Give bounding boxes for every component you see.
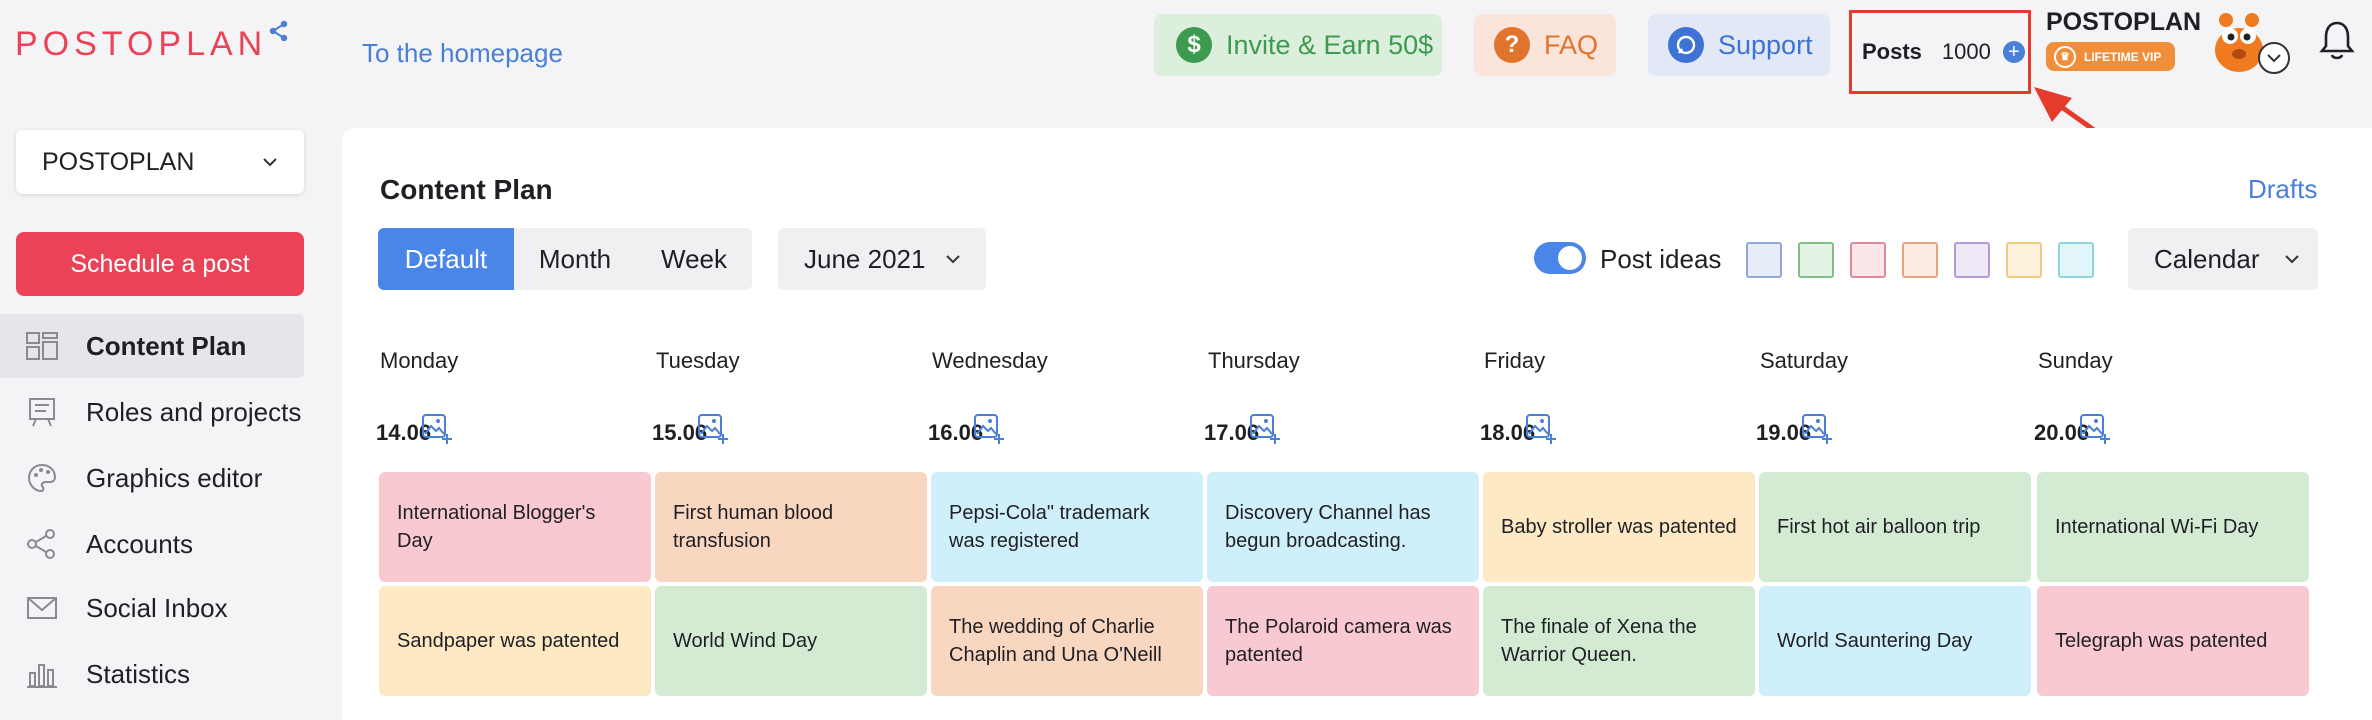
post-idea-card[interactable]: International Blogger's Day [379,472,651,582]
post-idea-card[interactable]: The finale of Xena the Warrior Queen. [1483,586,1755,696]
question-icon: ? [1494,27,1530,63]
day-name: Thursday [1208,348,1300,373]
add-image-icon[interactable] [1524,412,1558,446]
chevron-down-icon [2284,255,2299,264]
page-title: Content Plan [380,174,553,205]
post-ideas-label: Post ideas [1600,244,1722,274]
color-filter-swatch[interactable] [1850,242,1886,278]
day-name: Saturday [1760,348,1849,373]
faq-button[interactable]: ? FAQ [1474,14,1616,76]
day-name: Wednesday [932,348,1048,373]
dollar-icon: $ [1176,27,1212,63]
month-select[interactable]: June 2021 [778,228,986,290]
post-idea-card[interactable]: Discovery Channel has begun broadcasting… [1207,472,1479,582]
support-button[interactable]: Support [1648,14,1830,76]
sidebar-item-label: Content Plan [86,330,247,361]
post-idea-card[interactable]: The wedding of Charlie Chaplin and Una O… [931,586,1203,696]
day-name: Monday [380,348,459,373]
grid-icon [24,328,60,364]
post-idea-card[interactable]: First hot air balloon trip [1759,472,2031,582]
board-icon [24,394,60,430]
sidebar-item-label: Roles and projects [86,396,302,427]
add-image-icon[interactable] [1248,412,1282,446]
toggle-knob [1558,246,1582,270]
view-select[interactable]: Calendar [2128,228,2318,290]
add-image-icon[interactable] [972,412,1006,446]
day-name: Sunday [2038,348,2113,373]
color-filter-swatch[interactable] [2058,242,2094,278]
sidebar-item-content-plan[interactable]: Content Plan [0,314,304,378]
color-filter-swatch[interactable] [2006,242,2042,278]
palette-icon [24,460,60,496]
crown-icon: ♛ [2054,45,2076,68]
post-idea-card[interactable]: Baby stroller was patented [1483,472,1755,582]
add-image-icon[interactable] [2078,412,2112,446]
post-idea-card[interactable]: Sandpaper was patented [379,586,651,696]
tab-week[interactable]: Week [636,228,752,290]
drafts-link[interactable]: Drafts [2248,174,2317,205]
tab-default[interactable]: Default [378,228,514,290]
day-name: Tuesday [656,348,740,373]
add-image-icon[interactable] [420,412,454,446]
color-filter-swatch[interactable] [1954,242,1990,278]
share-icon [270,20,288,42]
view-select-value: Calendar [2154,243,2260,274]
chat-icon [1668,27,1704,63]
faq-label: FAQ [1544,29,1599,60]
homepage-link[interactable]: To the homepage [362,38,563,69]
add-posts-icon[interactable]: + [2002,41,2025,63]
sidebar-item-label: Accounts [86,528,193,559]
chevron-down-icon[interactable] [2258,42,2290,74]
color-filter-swatch[interactable] [1798,242,1834,278]
posts-label: Posts [1862,39,1922,64]
post-idea-card[interactable]: First human blood transfusion [655,472,927,582]
sidebar-item-roles-projects[interactable]: Roles and projects [0,380,304,444]
posts-count: 1000 [1941,39,1991,64]
project-name: POSTOPLAN [42,147,195,176]
chevron-down-icon [263,158,277,167]
add-image-icon[interactable] [696,412,730,446]
invite-label: Invite & Earn 50$ [1226,29,1434,60]
chevron-down-icon [946,255,961,264]
post-idea-card[interactable]: World Wind Day [655,586,927,696]
support-label: Support [1718,29,1813,60]
add-image-icon[interactable] [1800,412,1834,446]
invite-earn-button[interactable]: $ Invite & Earn 50$ [1154,14,1442,76]
post-idea-card[interactable]: International Wi-Fi Day [2037,472,2309,582]
view-switcher: Default Month Week [378,228,752,290]
content-plan-panel: Content Plan Drafts Default Month Week J… [342,128,2372,720]
logo[interactable]: POSTOPLAN [15,20,289,63]
sidebar-item-label: Social Inbox [86,592,228,623]
top-header: POSTOPLAN To the homepage $ Invite & Ear… [0,0,2372,201]
tab-month[interactable]: Month [514,228,636,290]
post-idea-card[interactable]: Pepsi-Cola" trademark was registered [931,472,1203,582]
sidebar-item-social-inbox[interactable]: Social Inbox [0,576,304,640]
color-filter-swatch[interactable] [1746,242,1782,278]
post-idea-card[interactable]: The Polaroid camera was patented [1207,586,1479,696]
sidebar-item-label: Statistics [86,658,191,689]
post-idea-card[interactable]: World Sauntering Day [1759,586,2031,696]
envelope-icon [24,590,60,626]
month-value: June 2021 [804,243,926,274]
sidebar-item-label: Graphics editor [86,462,263,493]
project-select[interactable]: POSTOPLAN [16,130,304,194]
post-ideas-toggle[interactable] [1534,242,1586,274]
account-name: POSTOPLAN [2046,8,2202,36]
sidebar-item-graphics-editor[interactable]: Graphics editor [0,446,304,510]
color-filter-swatch[interactable] [1902,242,1938,278]
post-idea-card[interactable]: Telegraph was patented [2037,586,2309,696]
share-icon [24,526,60,562]
vip-label: LIFETIME VIP [2084,49,2162,64]
vip-badge: ♛ LIFETIME VIP [2046,42,2175,71]
logo-text: POSTOPLAN [15,25,268,63]
bell-icon[interactable] [2318,18,2356,62]
bar-chart-icon [24,656,60,692]
sidebar-item-statistics[interactable]: Statistics [0,642,304,706]
schedule-post-button[interactable]: Schedule a post [16,232,304,296]
sidebar-item-accounts[interactable]: Accounts [0,512,304,576]
posts-counter: Posts 1000 + [1849,10,2031,94]
day-name: Friday [1484,348,1546,373]
